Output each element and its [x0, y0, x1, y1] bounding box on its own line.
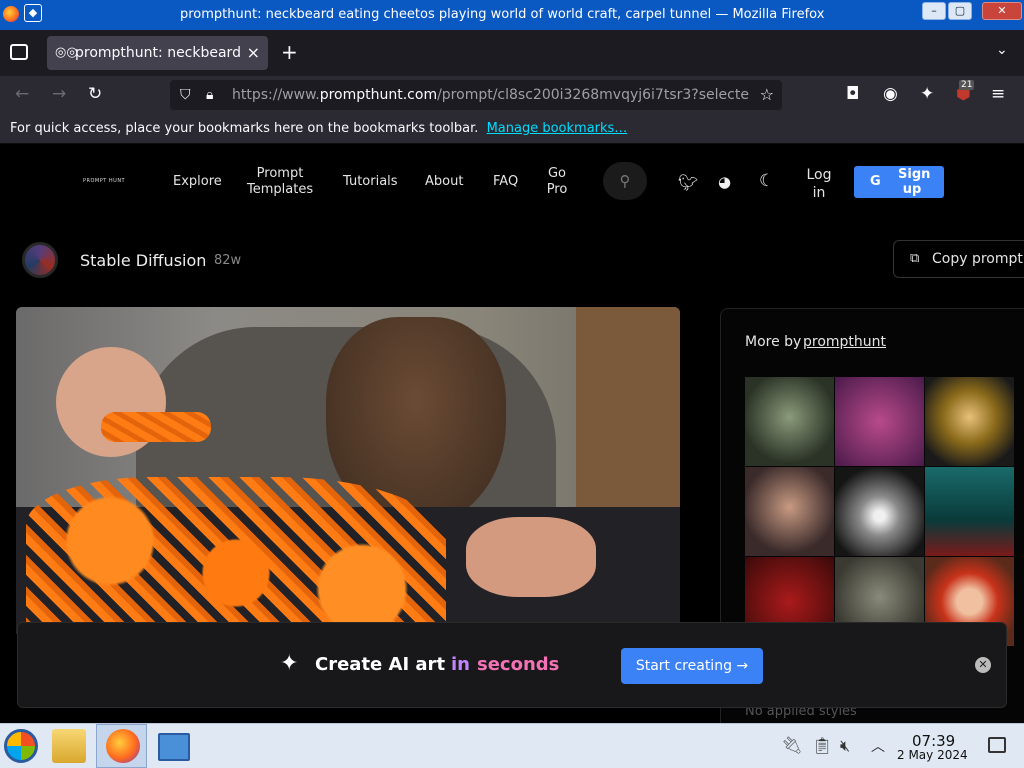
thumbnail-1[interactable]	[745, 377, 834, 466]
dark-mode-moon-icon[interactable]: ☾	[759, 171, 774, 191]
firefox-icon	[3, 6, 19, 22]
login-link[interactable]: Log in	[806, 166, 832, 202]
account-icon[interactable]: ◉	[883, 84, 898, 104]
list-all-tabs-icon[interactable]: ⌄	[996, 42, 1008, 58]
more-by-label: More by	[745, 334, 802, 350]
notifications-icon[interactable]	[988, 737, 1006, 753]
nav-go-pro[interactable]: Go Pro	[545, 166, 569, 198]
manage-bookmarks-link[interactable]: Manage bookmarks…	[487, 121, 628, 136]
reload-icon[interactable]: ↻	[88, 84, 102, 104]
tab-close-icon[interactable]: ×	[247, 36, 260, 70]
image-hand-right	[466, 517, 596, 597]
discord-icon[interactable]: ◕	[718, 173, 731, 191]
maximize-button[interactable]: ▢	[948, 2, 972, 20]
search-button[interactable]: ⚲	[603, 162, 647, 200]
generated-image[interactable]	[16, 307, 680, 637]
image-cheetos-hand	[101, 412, 211, 442]
google-icon: G	[870, 174, 881, 189]
start-creating-label: Start creating	[635, 658, 732, 674]
clipboard-tray-icon[interactable]: 📋︎	[812, 736, 832, 755]
file-manager-icon[interactable]	[52, 729, 86, 763]
nav-about[interactable]: About	[425, 174, 463, 190]
shield-icon[interactable]: ⛉	[180, 80, 191, 110]
close-window-button[interactable]: ✕	[982, 2, 1022, 20]
tab-label: prompthunt: neckbeard	[75, 45, 241, 61]
thumbnail-5[interactable]	[835, 467, 924, 556]
copy-prompt-label: Copy prompt	[932, 251, 1023, 267]
start-menu-icon[interactable]	[4, 729, 38, 763]
create-ai-art-banner: ✦ Create AI art in seconds Start creatin…	[17, 622, 1007, 708]
model-name[interactable]: Stable Diffusion	[80, 251, 206, 270]
site-logo[interactable]: PROMPT HUNT	[83, 178, 125, 184]
banner-text-accent: seconds	[477, 654, 560, 675]
bookmarks-hint: For quick access, place your bookmarks h…	[10, 121, 479, 136]
extension-badge: 21	[959, 80, 975, 90]
pocket-icon[interactable]: ◘	[846, 84, 859, 104]
banner-text-main: Create AI art	[315, 654, 446, 675]
banner-text-mid: in	[451, 654, 470, 675]
bookmark-star-icon[interactable]: ☆	[760, 80, 774, 110]
close-banner-icon[interactable]: ✕	[975, 657, 991, 673]
image-cheetos	[26, 477, 446, 637]
copy-icon: ⧉	[910, 251, 920, 266]
clock-date[interactable]: 2 May 2024	[897, 748, 968, 762]
usb-tray-icon[interactable]: 🔌︎	[781, 736, 803, 756]
arrow-right-icon: →	[736, 658, 749, 674]
thumbnail-2[interactable]	[835, 377, 924, 466]
hamburger-menu-icon[interactable]: ≡	[991, 84, 1005, 104]
app-menu-icon[interactable]: ◆	[24, 4, 42, 22]
signup-label: Sign up	[898, 167, 931, 197]
url-prefix: https://www.	[232, 87, 320, 103]
nav-faq[interactable]: FAQ	[493, 174, 518, 190]
url-domain: prompthunt.com	[319, 87, 438, 103]
minimize-button[interactable]: –	[922, 2, 946, 20]
address-bar[interactable]: ⛉ 🔒︎ https://www.prompthunt.com/prompt/c…	[170, 80, 782, 110]
search-icon: ⚲	[619, 172, 631, 190]
thumbnail-6[interactable]	[925, 467, 1014, 556]
url-path: /prompt/cl8sc200i3268mvqyj6i7tsr3?select…	[437, 87, 749, 103]
nav-explore[interactable]: Explore	[173, 174, 222, 190]
lock-icon[interactable]: 🔒︎	[206, 80, 213, 110]
thumbnail-3[interactable]	[925, 377, 1014, 466]
back-icon[interactable]: ←	[15, 84, 29, 104]
volume-muted-icon[interactable]: 🔇︎	[840, 736, 850, 756]
terminal-icon[interactable]	[158, 733, 190, 761]
bookmarks-toolbar: For quick access, place your bookmarks h…	[0, 114, 1024, 144]
sparkles-icon: ✦	[280, 651, 299, 676]
twitter-icon[interactable]: 🐦︎	[678, 173, 698, 192]
navigation-bar: ← → ↻ ⛉ 🔒︎ https://www.prompthunt.com/pr…	[0, 76, 1024, 114]
window-titlebar: ◆ prompthunt: neckbeard eating cheetos p…	[0, 0, 1024, 30]
extensions-icon[interactable]: ✦	[920, 84, 934, 104]
copy-prompt-button[interactable]: ⧉ Copy prompt	[893, 240, 1024, 278]
author-link[interactable]: prompthunt	[803, 334, 886, 350]
firefox-logo-icon	[106, 729, 140, 763]
nav-tutorials[interactable]: Tutorials	[343, 174, 398, 190]
nav-prompt-templates[interactable]: Prompt Templates	[247, 166, 313, 198]
thumbnail-4[interactable]	[745, 467, 834, 556]
post-age: 82w	[214, 253, 242, 268]
tab-overview-icon[interactable]	[10, 44, 28, 60]
new-tab-button[interactable]: +	[281, 40, 298, 64]
window-title: prompthunt: neckbeard eating cheetos pla…	[180, 7, 825, 22]
incognito-glasses-icon: ◎◎	[55, 45, 78, 60]
tray-expand-icon[interactable]: ︿	[871, 736, 885, 756]
signup-button[interactable]: G Sign up	[854, 166, 944, 198]
taskbar: 🔌︎ 📋︎ 🔇︎ ︿ 07:39 2 May 2024	[0, 723, 1024, 768]
start-creating-button[interactable]: Start creating →	[621, 648, 763, 684]
forward-icon[interactable]: →	[52, 84, 66, 104]
tab-active[interactable]: ◎◎ prompthunt: neckbeard ×	[47, 36, 268, 70]
stable-diffusion-logo-icon	[22, 242, 58, 278]
tab-bar: ◎◎ prompthunt: neckbeard × + ⌄	[0, 30, 1024, 76]
